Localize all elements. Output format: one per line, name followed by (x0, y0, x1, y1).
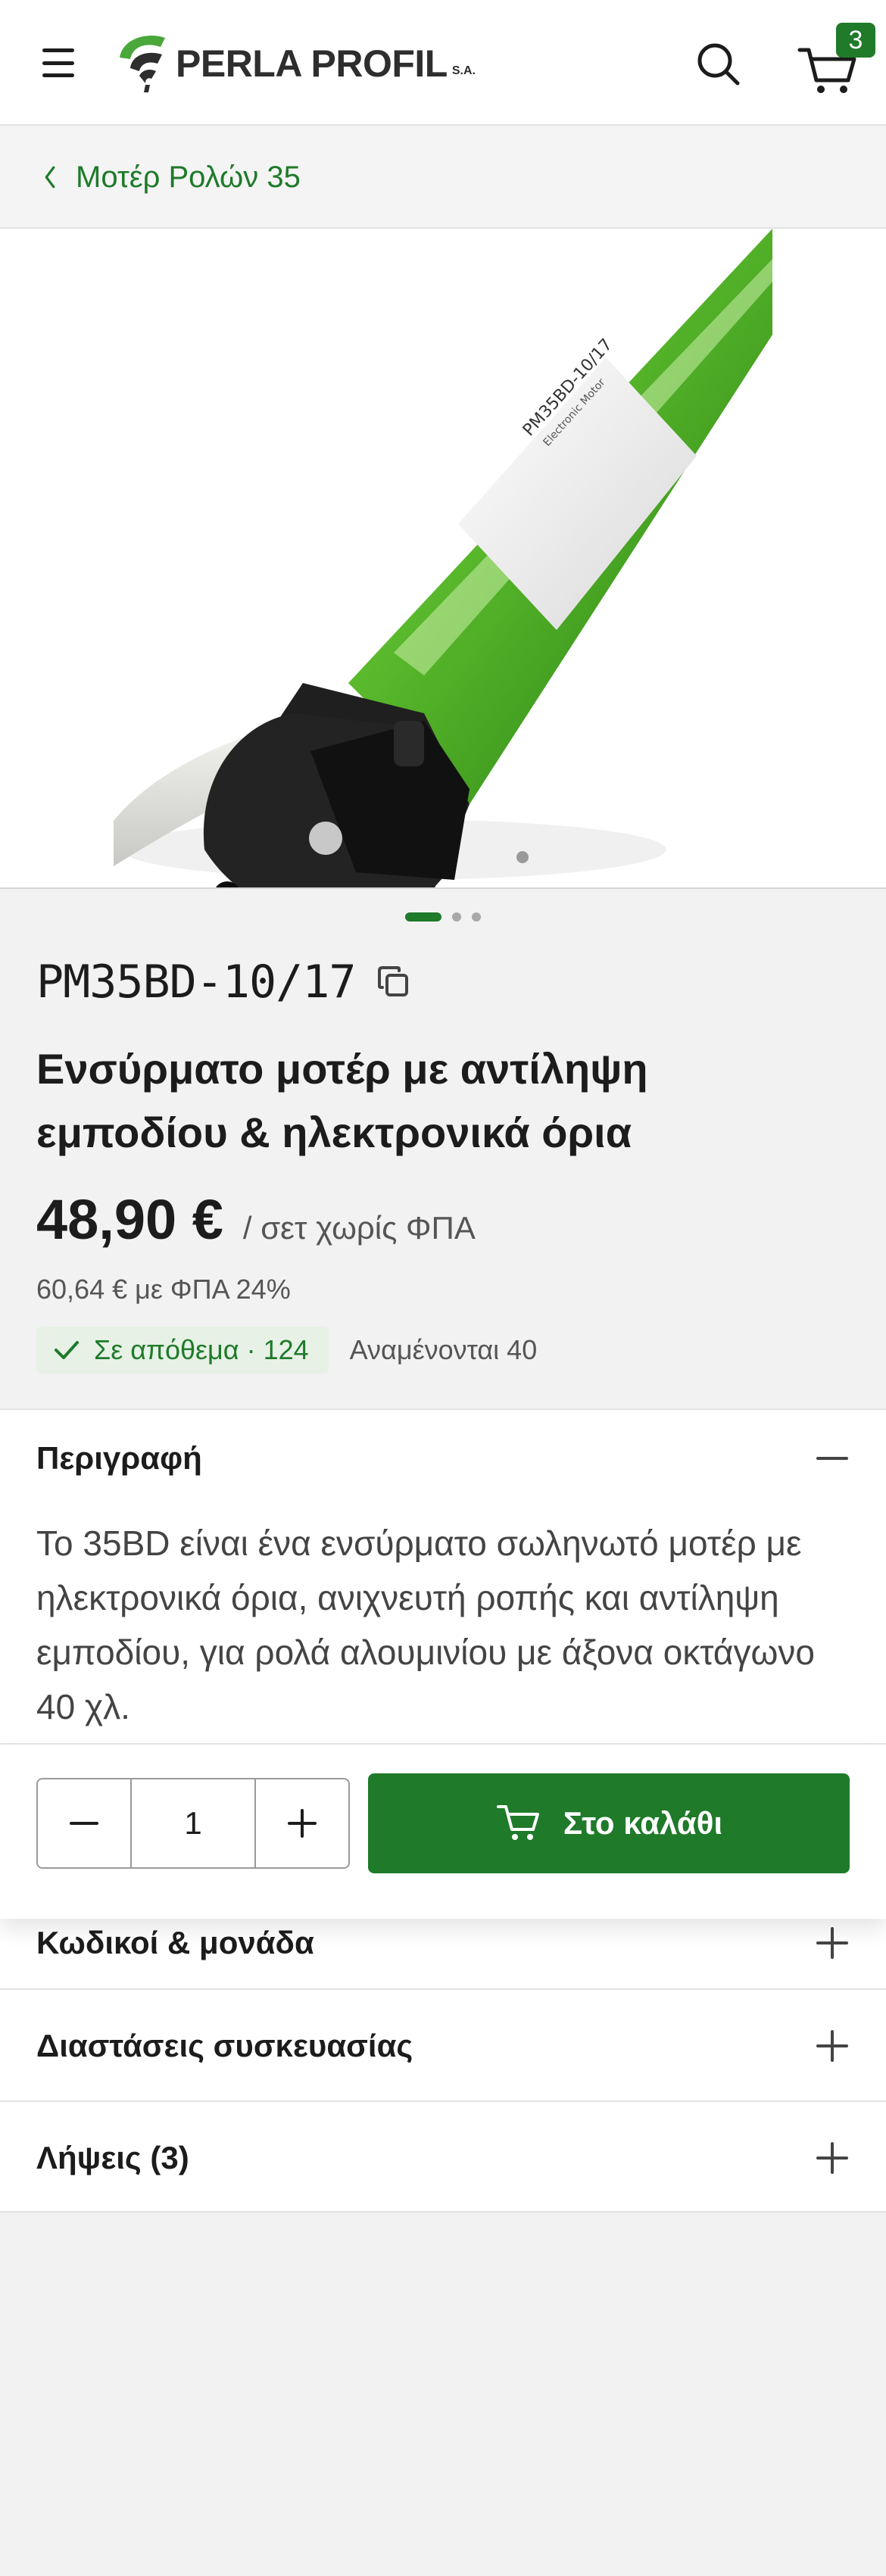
dimensions-header[interactable]: Διαστάσεις συσκευασίας (36, 2028, 850, 2064)
cart-count-badge: 3 (836, 23, 875, 58)
menu-icon[interactable] (36, 44, 82, 82)
product-title: Ενσύρματο μοτέρ με αντίληψη εμποδίου & η… (36, 1045, 648, 1156)
downloads-title: Λήψεις (3) (36, 2140, 189, 2175)
cart-icon (496, 1805, 539, 1840)
stock-badge: Σε απόθεμα · 124 (36, 1327, 329, 1374)
codes-header[interactable]: Κωδικοί & μονάδα (36, 1925, 850, 1961)
quantity-input[interactable]: 1 (130, 1779, 256, 1867)
copy-icon[interactable] (373, 962, 414, 1003)
product-price: 48,90 € (36, 1188, 223, 1251)
downloads-header[interactable]: Λήψεις (3) (36, 2140, 850, 2176)
plus-icon (816, 1927, 848, 1959)
dimensions-section[interactable]: Διαστάσεις συσκευασίας (0, 1990, 886, 2102)
plus-icon (288, 1809, 317, 1838)
minus-icon (816, 1457, 848, 1460)
downloads-section[interactable]: Λήψεις (3) (0, 2102, 886, 2213)
description-header[interactable]: Περιγραφή (36, 1440, 850, 1477)
dimensions-title: Διαστάσεις συσκευασίας (36, 2028, 413, 2063)
increase-quantity-button[interactable] (256, 1779, 348, 1867)
decrease-quantity-button[interactable] (38, 1779, 130, 1867)
breadcrumb[interactable]: Μοτέρ Ρολών 35 (0, 127, 886, 229)
codes-section[interactable]: Κωδικοί & μονάδα (0, 1919, 886, 1990)
check-icon (55, 1341, 79, 1359)
logo-suffix: S.A. (451, 64, 476, 77)
plus-icon (816, 2030, 848, 2062)
breadcrumb-label: Μοτέρ Ρολών 35 (76, 160, 301, 194)
motor-illustration: PM35BD-10/17 Electronic Motor (0, 229, 886, 887)
add-to-cart-button[interactable]: Στο καλάθι (368, 1773, 850, 1873)
logo-mark-icon (120, 36, 165, 92)
product-sku: PM35BD-10/17 (36, 956, 356, 1009)
gallery-dot[interactable] (472, 912, 481, 922)
search-icon (697, 43, 740, 86)
plus-icon (816, 2142, 848, 2174)
add-to-cart-label: Στο καλάθι (563, 1805, 723, 1841)
description-text: Το 35BD είναι ένα ενσύρματο σωληνωτό μοτ… (36, 1523, 815, 1726)
minus-icon (70, 1822, 98, 1825)
gallery-dot-active[interactable] (405, 912, 441, 922)
gallery-pagination (0, 906, 886, 928)
logo[interactable]: PERLA PROFIL S.A. (115, 27, 476, 95)
price-unit: / σετ χωρίς ΦΠΑ (242, 1210, 476, 1246)
price-row: 48,90 € / σετ χωρίς ΦΠΑ (36, 1187, 476, 1252)
gallery-dot[interactable] (452, 912, 461, 922)
sku-row: PM35BD-10/17 (36, 956, 414, 1009)
description-title: Περιγραφή (36, 1440, 202, 1476)
description-section: Περιγραφή Το 35BD είναι ένα ενσύρματο σω… (0, 1408, 886, 1743)
price-with-vat: 60,64 € με ΦΠΑ 24% (36, 1274, 291, 1305)
add-to-cart-bar: 1 Στο καλάθι (0, 1743, 886, 1919)
cart-button[interactable]: 3 (797, 23, 875, 95)
stock-label: Σε απόθεμα · 124 (94, 1334, 309, 1365)
quantity-stepper: 1 (36, 1778, 350, 1869)
search-button[interactable] (692, 38, 745, 91)
stock-row: Σε απόθεμα · 124 Αναμένονται 40 (36, 1327, 537, 1374)
logo-text: PERLA PROFIL (176, 42, 448, 85)
codes-title: Κωδικοί & μονάδα (36, 1925, 314, 1960)
expected-stock: Αναμένονται 40 (349, 1334, 538, 1365)
product-image[interactable]: PM35BD-10/17 Electronic Motor (0, 229, 886, 889)
site-header: PERLA PROFIL S.A. 3 (0, 0, 886, 126)
chevron-left-icon (45, 166, 55, 189)
